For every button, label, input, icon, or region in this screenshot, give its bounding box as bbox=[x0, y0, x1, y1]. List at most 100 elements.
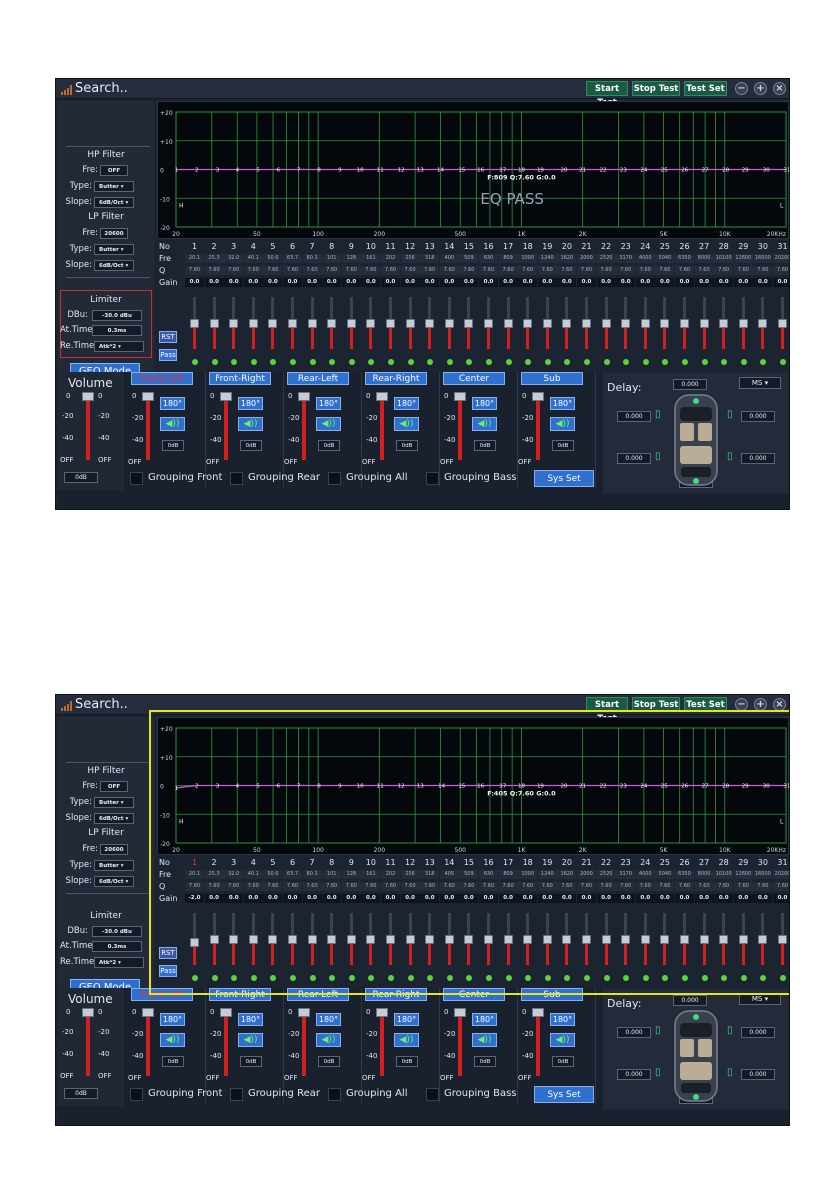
band-gain-cell[interactable]: 0.0 bbox=[557, 894, 577, 903]
band-marker[interactable]: 31 bbox=[783, 168, 790, 174]
lp-type-select[interactable]: Butter ▾ bbox=[94, 244, 134, 255]
band-gain-cell[interactable]: 0.0 bbox=[439, 278, 459, 287]
band-fre-cell[interactable]: 630 bbox=[479, 870, 498, 879]
speaker-mute-icon[interactable]: ◀)) bbox=[472, 1033, 497, 1047]
stop-test-button[interactable]: Stop Test bbox=[632, 81, 680, 96]
band-q-cell[interactable]: 7.60 bbox=[479, 882, 498, 891]
channel-slider[interactable] bbox=[298, 392, 310, 401]
band-q-cell[interactable]: 7.60 bbox=[753, 266, 773, 275]
hp-type-select[interactable]: Butter ▾ bbox=[94, 797, 134, 808]
channel-gain-value[interactable]: 0dB bbox=[396, 1056, 418, 1067]
band-q-cell[interactable]: 7.60 bbox=[322, 882, 342, 891]
band-gain-cell[interactable]: 0.0 bbox=[733, 278, 753, 287]
checkbox[interactable] bbox=[328, 472, 341, 485]
band-gain-cell[interactable]: 0.0 bbox=[675, 894, 694, 903]
band-marker[interactable]: 11 bbox=[377, 784, 384, 790]
band-q-cell[interactable]: 7.60 bbox=[185, 266, 204, 275]
channel-name-button[interactable]: Rear-Left bbox=[287, 988, 349, 1001]
band-gain-slider[interactable] bbox=[542, 909, 552, 969]
band-q-cell[interactable]: 7.60 bbox=[322, 266, 342, 275]
band-gain-slider[interactable] bbox=[307, 293, 317, 353]
band-marker[interactable]: 5 bbox=[256, 168, 260, 174]
band-gain-cell[interactable]: 0.0 bbox=[753, 278, 773, 287]
limiter-retime-select[interactable]: Atk*2 ▾ bbox=[94, 957, 144, 968]
band-fre-cell[interactable]: 256 bbox=[400, 254, 420, 263]
band-gain-slider[interactable] bbox=[386, 293, 395, 353]
channel-slider[interactable] bbox=[454, 392, 466, 401]
band-gain-cell[interactable]: 0.0 bbox=[361, 894, 381, 903]
band-gain-cell[interactable]: 0.0 bbox=[283, 278, 302, 287]
band-marker[interactable]: 15 bbox=[458, 784, 465, 790]
band-enable-dot[interactable] bbox=[192, 975, 198, 981]
checkbox[interactable] bbox=[328, 1088, 341, 1101]
delay-rear-right-field[interactable]: 0.000 bbox=[741, 1069, 775, 1080]
band-fre-cell[interactable]: 20200 bbox=[773, 870, 789, 879]
eq-graph[interactable]: +20 +10 0 -10 -20 20 50 100 200 500 1K 2K 5K 10K 20KHz… bbox=[157, 717, 789, 855]
close-icon[interactable]: × bbox=[773, 82, 786, 95]
band-enable-dot[interactable] bbox=[329, 359, 336, 365]
start-test-button[interactable]: Start Test bbox=[586, 81, 628, 108]
band-marker[interactable]: 22 bbox=[600, 168, 607, 174]
band-enable-dot[interactable] bbox=[466, 359, 473, 365]
phase-180-button[interactable]: 180° bbox=[550, 397, 575, 410]
band-enable-dot[interactable] bbox=[270, 975, 277, 981]
band-gain-cell[interactable]: 0.0 bbox=[302, 894, 322, 903]
band-fre-cell[interactable]: 20200 bbox=[773, 254, 789, 263]
band-enable-dot[interactable] bbox=[780, 975, 786, 981]
checkbox[interactable] bbox=[230, 1088, 243, 1101]
band-gain-slider[interactable] bbox=[484, 909, 493, 969]
band-gain-cell[interactable]: 0.0 bbox=[439, 894, 459, 903]
band-fre-cell[interactable]: 80.3 bbox=[302, 254, 322, 263]
stop-test-button[interactable]: Stop Test bbox=[632, 697, 680, 712]
band-marker[interactable]: 1 bbox=[175, 168, 179, 174]
band-q-cell[interactable]: 7.60 bbox=[420, 266, 440, 275]
band-gain-slider[interactable] bbox=[523, 293, 533, 353]
band-gain-slider[interactable] bbox=[425, 909, 435, 969]
volume-value[interactable]: 0dB bbox=[64, 472, 98, 483]
minimize-icon[interactable]: − bbox=[735, 82, 748, 95]
band-gain-slider[interactable] bbox=[719, 909, 729, 969]
band-gain-slider[interactable] bbox=[542, 293, 552, 353]
lp-slope-select[interactable]: 6dB/Oct ▾ bbox=[94, 876, 134, 887]
slider-knob[interactable] bbox=[503, 319, 513, 328]
band-fre-cell[interactable]: 101 bbox=[322, 254, 342, 263]
band-fre-cell[interactable]: 8000 bbox=[694, 870, 714, 879]
band-enable-dot[interactable] bbox=[505, 359, 512, 365]
band-gain-slider[interactable] bbox=[346, 293, 356, 353]
slider-knob[interactable] bbox=[680, 935, 689, 944]
band-marker[interactable]: 4 bbox=[236, 168, 240, 174]
band-fre-cell[interactable]: 1240 bbox=[537, 870, 557, 879]
band-fre-cell[interactable]: 1620 bbox=[557, 870, 577, 879]
band-enable-dot[interactable] bbox=[544, 359, 551, 365]
band-q-cell[interactable]: 7.60 bbox=[243, 266, 263, 275]
band-marker[interactable]: 1 bbox=[175, 786, 179, 792]
band-gain-slider[interactable] bbox=[209, 909, 219, 969]
band-gain-cell[interactable]: 0.0 bbox=[714, 894, 734, 903]
band-q-cell[interactable]: 7.60 bbox=[381, 266, 400, 275]
band-q-cell[interactable]: 7.60 bbox=[459, 882, 479, 891]
channel-name-button[interactable]: Front-Left bbox=[131, 988, 193, 1001]
band-gain-cell[interactable]: 0.0 bbox=[733, 894, 753, 903]
band-gain-cell[interactable]: 0.0 bbox=[381, 278, 400, 287]
checkbox[interactable] bbox=[426, 1088, 439, 1101]
band-gain-cell[interactable]: 0.0 bbox=[204, 894, 224, 903]
band-gain-cell[interactable]: 0.0 bbox=[773, 278, 789, 287]
band-gain-cell[interactable]: 0.0 bbox=[302, 278, 322, 287]
band-fre-cell[interactable]: 5040 bbox=[655, 254, 675, 263]
checkbox[interactable] bbox=[130, 1088, 143, 1101]
band-gain-cell[interactable]: 0.0 bbox=[655, 894, 675, 903]
band-fre-cell[interactable]: 318 bbox=[420, 254, 440, 263]
band-fre-cell[interactable]: 400 bbox=[439, 254, 459, 263]
limiter-dbu-field[interactable]: -30.0 dBu bbox=[92, 926, 142, 937]
band-gain-slider[interactable] bbox=[288, 909, 297, 969]
band-gain-slider[interactable] bbox=[778, 909, 787, 969]
band-gain-cell[interactable]: 0.0 bbox=[596, 894, 616, 903]
band-gain-cell[interactable]: 0.0 bbox=[616, 894, 636, 903]
band-gain-cell[interactable]: 0.0 bbox=[459, 894, 479, 903]
band-enable-dot[interactable] bbox=[446, 975, 453, 981]
phase-180-button[interactable]: 180° bbox=[160, 1013, 185, 1026]
band-fre-cell[interactable]: 12600 bbox=[733, 870, 753, 879]
band-fre-cell[interactable]: 2520 bbox=[596, 870, 616, 879]
slider-knob[interactable] bbox=[248, 319, 258, 328]
delay-unit-select[interactable]: MS ▾ bbox=[739, 993, 781, 1005]
